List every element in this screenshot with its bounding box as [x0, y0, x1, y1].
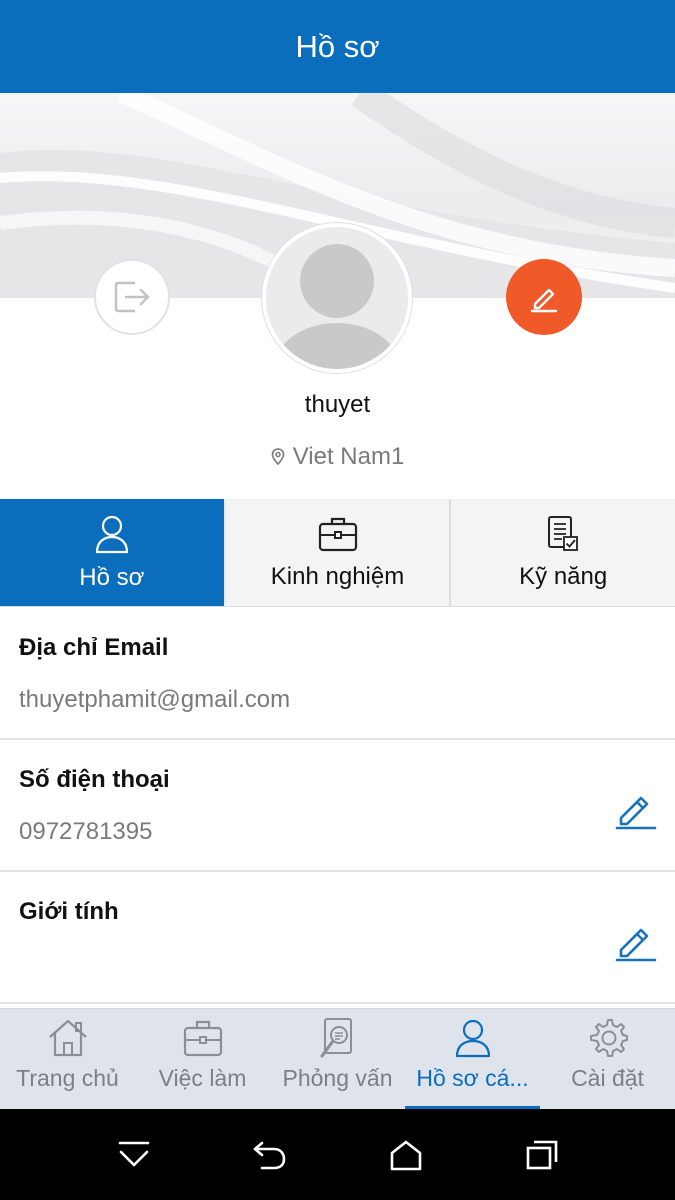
recent-apps-button[interactable]	[521, 1134, 563, 1176]
phone-label: Số điện thoại	[19, 766, 170, 793]
edit-phone-pencil-icon[interactable]	[615, 788, 657, 830]
logout-icon	[114, 281, 150, 313]
home-button[interactable]	[385, 1134, 427, 1176]
back-arrow-icon	[253, 1141, 285, 1169]
nav-interview[interactable]: Phỏng vấn	[270, 1009, 405, 1109]
system-navigation-bar	[0, 1109, 675, 1200]
nav-label: Hồ sơ cá...	[416, 1065, 529, 1091]
chevron-down-icon	[118, 1141, 149, 1166]
pencil-icon	[530, 288, 558, 313]
app-header: Hồ sơ	[0, 0, 675, 93]
tab-experience[interactable]: Kinh nghiệm	[226, 499, 452, 606]
page-title: Hồ sơ	[295, 28, 380, 64]
nav-label: Cài đặt	[571, 1065, 644, 1091]
briefcase-icon	[183, 1020, 222, 1057]
location: Viet Nam1	[0, 443, 675, 471]
tab-label: Kinh nghiệm	[270, 562, 405, 590]
tab-profile[interactable]: Hồ sơ	[0, 499, 226, 606]
username: thuyet	[304, 391, 371, 418]
logout-button[interactable]	[94, 259, 170, 335]
location-pin-icon	[271, 448, 284, 466]
nav-label: Phỏng vấn	[282, 1065, 393, 1091]
home-icon	[48, 1019, 87, 1057]
briefcase-icon	[318, 517, 357, 551]
gender-label: Giới tính	[19, 898, 119, 925]
email-row: Địa chỉ Email thuyetphamit@gmail.com	[0, 608, 675, 740]
person-icon	[455, 1019, 490, 1058]
gender-row: Giới tính	[0, 872, 675, 1004]
nav-profile[interactable]: Hồ sơ cá...	[405, 1009, 540, 1109]
hide-keyboard-button[interactable]	[113, 1134, 155, 1176]
recent-apps-icon	[526, 1140, 557, 1169]
nav-jobs[interactable]: Việc làm	[135, 1009, 270, 1109]
edit-profile-button[interactable]	[506, 259, 582, 335]
nav-settings[interactable]: Cài đặt	[540, 1009, 675, 1109]
tab-label: Hồ sơ	[79, 563, 145, 591]
phone-row: Số điện thoại 0972781395	[0, 740, 675, 872]
tab-label: Kỹ năng	[519, 562, 608, 590]
avatar[interactable]	[262, 223, 412, 373]
tab-skills[interactable]: Kỹ năng	[451, 499, 675, 606]
profile-card: thuyet Viet Nam1	[0, 93, 675, 499]
bottom-navigation: Trang chủ Việc làm Phỏng vấn Hồ sơ cá...	[0, 1008, 675, 1109]
nav-label: Việc làm	[158, 1065, 247, 1091]
email-label: Địa chỉ Email	[19, 634, 169, 661]
home-outline-icon	[390, 1140, 421, 1170]
phone-value: 0972781395	[19, 818, 153, 845]
profile-info-list: Địa chỉ Email thuyetphamit@gmail.com Số …	[0, 608, 675, 1004]
person-icon	[95, 515, 128, 553]
edit-gender-pencil-icon[interactable]	[615, 920, 657, 962]
nav-label: Trang chủ	[16, 1065, 119, 1091]
avatar-placeholder-icon	[266, 227, 408, 369]
profile-tabs: Hồ sơ Kinh nghiệm Kỹ năng	[0, 499, 675, 607]
back-button[interactable]	[249, 1134, 291, 1176]
checklist-icon	[548, 515, 579, 551]
interview-icon	[320, 1018, 352, 1058]
nav-home[interactable]: Trang chủ	[0, 1009, 135, 1109]
gear-icon	[589, 1019, 628, 1057]
email-value: thuyetphamit@gmail.com	[19, 686, 291, 713]
location-text: Viet Nam1	[292, 443, 405, 470]
